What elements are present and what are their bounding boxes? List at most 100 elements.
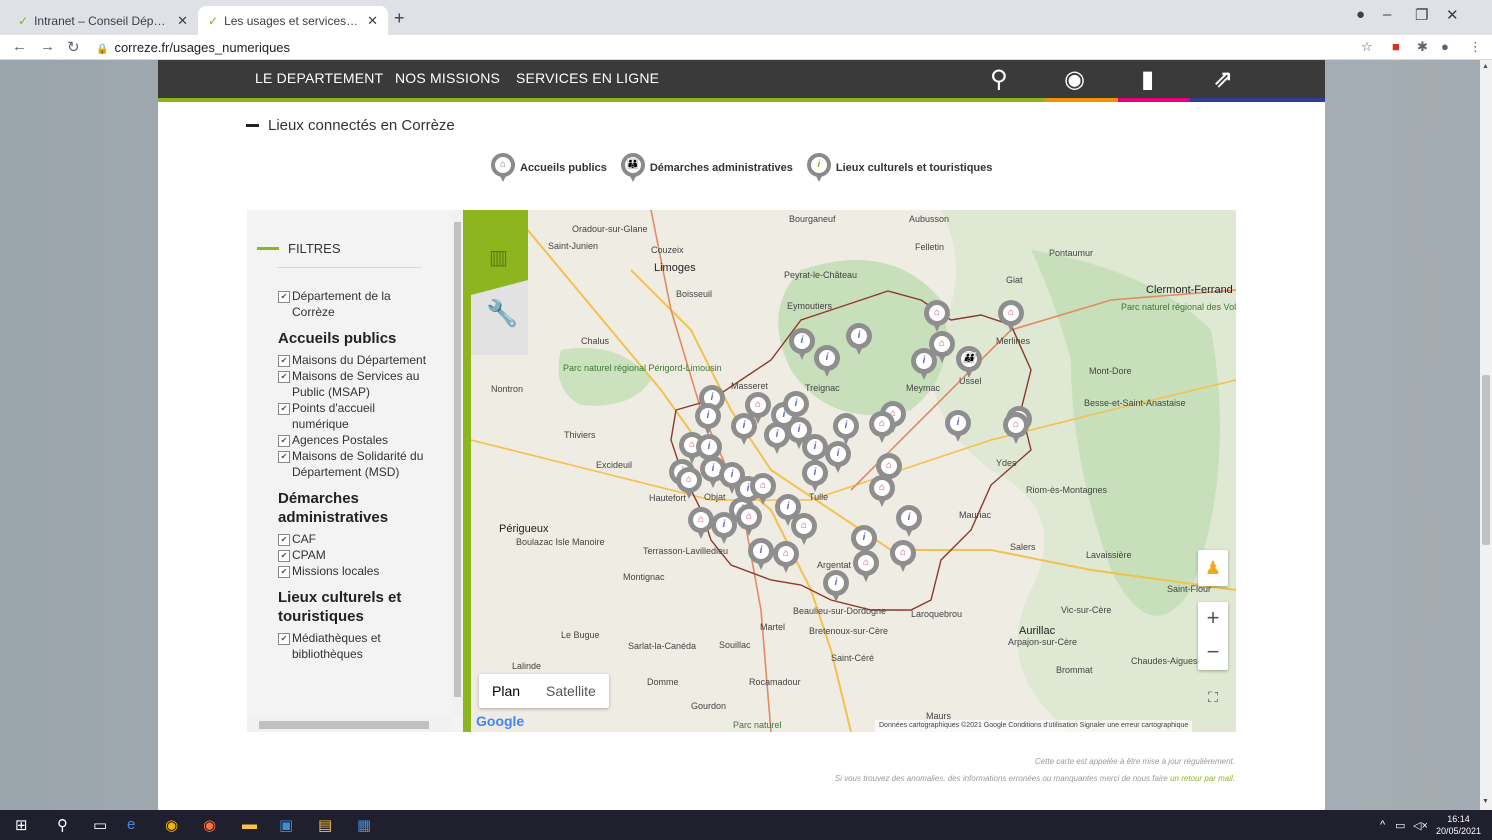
browser-tab-intranet[interactable]: ✓ Intranet – Conseil Départemental ✕: [8, 6, 198, 35]
network-icon[interactable]: ▭: [1395, 819, 1405, 832]
filter-checkbox[interactable]: Maisons de Services au Public (MSAP): [278, 368, 428, 400]
home-map-pin-icon[interactable]: ⌂: [1003, 412, 1029, 445]
map-place-label: Felletin: [915, 242, 945, 252]
reload-button[interactable]: ↻: [67, 38, 80, 56]
info-map-pin-icon[interactable]: i: [825, 441, 851, 474]
info-map-pin-icon[interactable]: i: [945, 410, 971, 443]
bookmark-icon[interactable]: ▮: [1141, 65, 1154, 94]
home-map-pin-icon[interactable]: ⌂: [853, 550, 879, 583]
taskbar-clock[interactable]: 16:14 20/05/2021: [1436, 813, 1481, 837]
browser-tab-usages[interactable]: ✓ Les usages et services numériques ✕: [198, 6, 388, 35]
home-map-pin-icon[interactable]: ⌂: [869, 411, 895, 444]
scroll-up-icon[interactable]: ▲: [1482, 63, 1489, 70]
profile-icon[interactable]: ●: [1356, 6, 1365, 23]
map-place-label: Saint-Céré: [831, 653, 875, 663]
chrome-icon[interactable]: ◉: [165, 816, 178, 834]
home-map-pin-icon[interactable]: ⌂: [773, 541, 799, 574]
fullscreen-icon[interactable]: ⛶: [1198, 682, 1228, 712]
map-update-note: Cette carte est appelée à être mise à jo…: [1034, 757, 1235, 766]
info-map-pin-icon[interactable]: i: [823, 570, 849, 603]
share-icon[interactable]: ⇗: [1213, 65, 1233, 94]
home-map-pin-icon[interactable]: ⌂: [676, 467, 702, 500]
windows-start-icon[interactable]: ⊞: [15, 816, 28, 834]
back-button[interactable]: ←: [12, 38, 27, 55]
outlook-icon[interactable]: ▦: [357, 816, 371, 834]
info-map-pin-icon[interactable]: i: [789, 328, 815, 361]
new-tab-button[interactable]: +: [394, 8, 405, 29]
close-window-button[interactable]: ✕: [1446, 6, 1459, 24]
home-map-pin-icon[interactable]: ⌂: [890, 540, 916, 573]
task-view-icon[interactable]: ▭: [93, 816, 107, 834]
filter-checkbox[interactable]: Médiathèques et bibliothèques: [278, 630, 428, 662]
filter-checkbox[interactable]: CAF: [278, 531, 428, 547]
tray-chevron-icon[interactable]: ^: [1380, 819, 1385, 831]
map-satellite-button[interactable]: Satellite: [533, 674, 609, 708]
edge-browser-icon[interactable]: e: [127, 816, 135, 833]
filter-checkbox[interactable]: Points d'accueil numérique: [278, 400, 428, 432]
filters-hscroll-thumb[interactable]: [259, 721, 429, 729]
close-tab-icon[interactable]: ✕: [367, 13, 378, 29]
extensions-icon[interactable]: ✱: [1417, 39, 1428, 55]
home-map-pin-icon[interactable]: ⌂: [924, 300, 950, 333]
filter-checkbox[interactable]: Maisons de Solidarité du Département (MS…: [278, 448, 428, 480]
map-attribution[interactable]: Données cartographiques ©2021 Google Con…: [875, 720, 1193, 732]
bookmark-star-icon[interactable]: ☆: [1361, 39, 1373, 55]
people-map-pin-icon[interactable]: 👪: [956, 346, 982, 379]
map-place-label: Clermont-Ferrand: [1146, 284, 1233, 296]
close-tab-icon[interactable]: ✕: [177, 13, 188, 29]
info-map-pin-icon[interactable]: i: [802, 460, 828, 493]
street-view-pegman-icon[interactable]: ♟: [1198, 550, 1228, 586]
filters-scroll-thumb[interactable]: [454, 222, 461, 697]
info-map-pin-icon[interactable]: i: [711, 512, 737, 545]
info-map-pin-icon[interactable]: i: [731, 413, 757, 446]
url-field[interactable]: 🔒 correze.fr/usages_numeriques: [96, 40, 290, 55]
map-place-label: Thiviers: [564, 430, 596, 440]
home-map-pin-icon[interactable]: ⌂: [929, 331, 955, 364]
map-plan-button[interactable]: Plan: [479, 674, 533, 708]
restore-button[interactable]: ❐: [1415, 6, 1428, 24]
minimize-button[interactable]: –: [1383, 6, 1391, 23]
feedback-link[interactable]: un retour par mail.: [1170, 774, 1235, 783]
filters-hscrollbar[interactable]: [247, 718, 452, 732]
map-place-label: Ydes: [996, 458, 1017, 468]
zoom-control: + −: [1198, 602, 1228, 670]
filters-scrollbar[interactable]: [452, 210, 463, 717]
home-map-pin-icon[interactable]: ⌂: [998, 300, 1024, 333]
nav-nos-missions[interactable]: NOS MISSIONS: [395, 70, 500, 86]
home-map-pin-icon[interactable]: ⌂: [736, 504, 762, 537]
pdf-extension-icon[interactable]: ■: [1392, 39, 1400, 54]
file-explorer-icon[interactable]: ▬: [242, 816, 257, 833]
page-scrollbar[interactable]: ▲ ▼: [1480, 60, 1492, 810]
filter-checkbox[interactable]: Agences Postales: [278, 432, 428, 448]
home-map-pin-icon[interactable]: ⌂: [869, 475, 895, 508]
nav-services-en-ligne[interactable]: SERVICES EN LIGNE: [516, 70, 659, 86]
volume-icon[interactable]: ◁×: [1413, 819, 1428, 832]
info-map-pin-icon[interactable]: i: [896, 505, 922, 538]
scroll-down-icon[interactable]: ▼: [1482, 798, 1489, 805]
zoom-in-button[interactable]: +: [1198, 602, 1228, 636]
filter-checkbox[interactable]: CPAM: [278, 547, 428, 563]
filter-checkbox[interactable]: Département de la Corrèze: [278, 288, 428, 320]
nav-le-departement[interactable]: LE DEPARTEMENT: [255, 70, 383, 86]
color-line-pink: [1118, 98, 1190, 102]
map-place-label: Riom-ès-Montagnes: [1026, 485, 1108, 495]
app-folder-icon[interactable]: ▤: [318, 816, 332, 834]
filter-checkbox[interactable]: Maisons du Département: [278, 352, 428, 368]
filter-list: Département de la Corrèze Accueils public…: [278, 288, 428, 662]
info-map-pin-icon[interactable]: i: [748, 538, 774, 571]
account-icon[interactable]: ●: [1441, 39, 1449, 54]
filter-checkbox[interactable]: Missions locales: [278, 563, 428, 579]
app-icon[interactable]: ▣: [279, 816, 293, 834]
user-account-icon[interactable]: ◉: [1064, 65, 1085, 94]
taskbar-search-icon[interactable]: ⚲: [57, 816, 68, 834]
zoom-out-button[interactable]: −: [1198, 636, 1228, 670]
map-area[interactable]: Oradour-sur-Glane Saint-Junien Couzeix Limo…: [471, 210, 1236, 732]
search-icon[interactable]: ⚲: [990, 65, 1008, 94]
info-map-pin-icon[interactable]: i: [814, 345, 840, 378]
firefox-icon[interactable]: ◉: [203, 816, 216, 834]
forward-button[interactable]: →: [40, 38, 55, 55]
menu-icon[interactable]: ⋮: [1469, 39, 1482, 55]
page-scroll-thumb[interactable]: [1482, 375, 1490, 545]
map-place-label: Souillac: [719, 640, 751, 650]
info-map-pin-icon[interactable]: i: [846, 323, 872, 356]
